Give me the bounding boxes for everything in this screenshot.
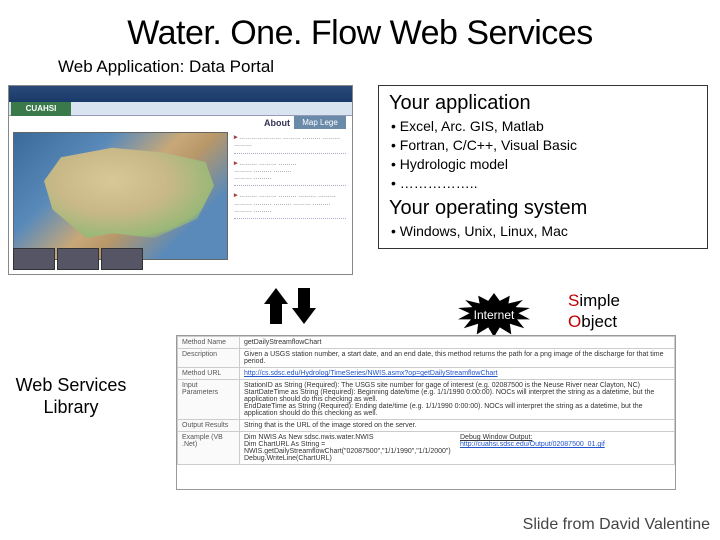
soap-o: O: [568, 312, 581, 331]
your-os-heading: Your operating system: [389, 197, 697, 220]
slide-subtitle: Web Application: Data Portal: [0, 57, 720, 77]
map-legend-button: Map Lege: [294, 116, 346, 129]
cuahsi-logo: CUAHSI: [11, 102, 71, 116]
doc-example-out-label: Debug Window Output:: [460, 434, 670, 441]
arrow-up-icon: [264, 288, 288, 304]
doc-url-value: http://cs.sdsc.edu/Hydrolog/TimeSeries/N…: [240, 368, 675, 380]
your-application-heading: Your application: [389, 92, 697, 115]
web-services-library-label: Web Services Library: [6, 375, 136, 418]
map-landmass: [44, 143, 214, 238]
os-list: Windows, Unix, Linux, Mac: [389, 222, 697, 241]
map-screenshot: CUAHSI About Map Lege ▸ ………………… ……… ……… …: [8, 85, 353, 275]
soap-s: S: [568, 291, 579, 310]
slide-credit: Slide from David Valentine: [523, 516, 710, 534]
doc-url-label: Method URL: [178, 368, 240, 380]
bidirectional-arrows-icon: [260, 288, 320, 332]
doc-method-value: getDailyStreamflowChart: [240, 337, 675, 349]
doc-input-label: Input Parameters: [178, 380, 240, 420]
soap-s-rest: imple: [579, 291, 620, 310]
doc-output-label: Output Results: [178, 420, 240, 432]
doc-desc-label: Description: [178, 349, 240, 368]
map-thumbnails: [13, 248, 143, 270]
list-item: ……………..: [391, 174, 697, 193]
map-thumb: [13, 248, 55, 270]
application-info-box: Your application Excel, Arc. GIS, Matlab…: [378, 85, 708, 249]
api-doc-screenshot: Method Name getDailyStreamflowChart Desc…: [176, 335, 676, 490]
list-item: Excel, Arc. GIS, Matlab: [391, 117, 697, 136]
doc-example-code: Dim NWIS As New sdsc.nwis.water.NWIS Dim…: [244, 434, 454, 462]
slide-title: Water. One. Flow Web Services: [0, 0, 720, 57]
map-canvas: [13, 132, 228, 260]
internet-label: Internet: [458, 293, 530, 337]
doc-method-label: Method Name: [178, 337, 240, 349]
list-item: Fortran, C/C++, Visual Basic: [391, 136, 697, 155]
map-thumb: [101, 248, 143, 270]
arrow-down-icon: [292, 308, 316, 324]
map-thumb: [57, 248, 99, 270]
doc-example-value: Dim NWIS As New sdsc.nwis.water.NWIS Dim…: [240, 432, 675, 465]
lib-label-2: Library: [43, 397, 98, 417]
doc-example-out-value: http://cuahsi.sdsc.edu/Output/02087500_0…: [460, 441, 605, 448]
map-titlebar: [9, 86, 352, 102]
doc-input-value: StationID as String (Required): The USGS…: [240, 380, 675, 420]
doc-desc-value: Given a USGS station number, a start dat…: [240, 349, 675, 368]
doc-output-value: String that is the URL of the image stor…: [240, 420, 675, 432]
list-item: Windows, Unix, Linux, Mac: [391, 222, 697, 241]
application-list: Excel, Arc. GIS, Matlab Fortran, C/C++, …: [389, 117, 697, 193]
map-sidebar: ▸ ………………… ……… ……… ……… ……… ▸ ……… ……… ……………: [232, 132, 348, 272]
doc-example-label: Example (VB .Net): [178, 432, 240, 465]
list-item: Hydrologic model: [391, 155, 697, 174]
map-about-link: About: [264, 118, 290, 128]
soap-o-rest: bject: [581, 312, 617, 331]
lib-label-1: Web Services: [16, 375, 127, 395]
internet-burst: Internet: [458, 293, 530, 337]
api-doc-table: Method Name getDailyStreamflowChart Desc…: [177, 336, 675, 465]
